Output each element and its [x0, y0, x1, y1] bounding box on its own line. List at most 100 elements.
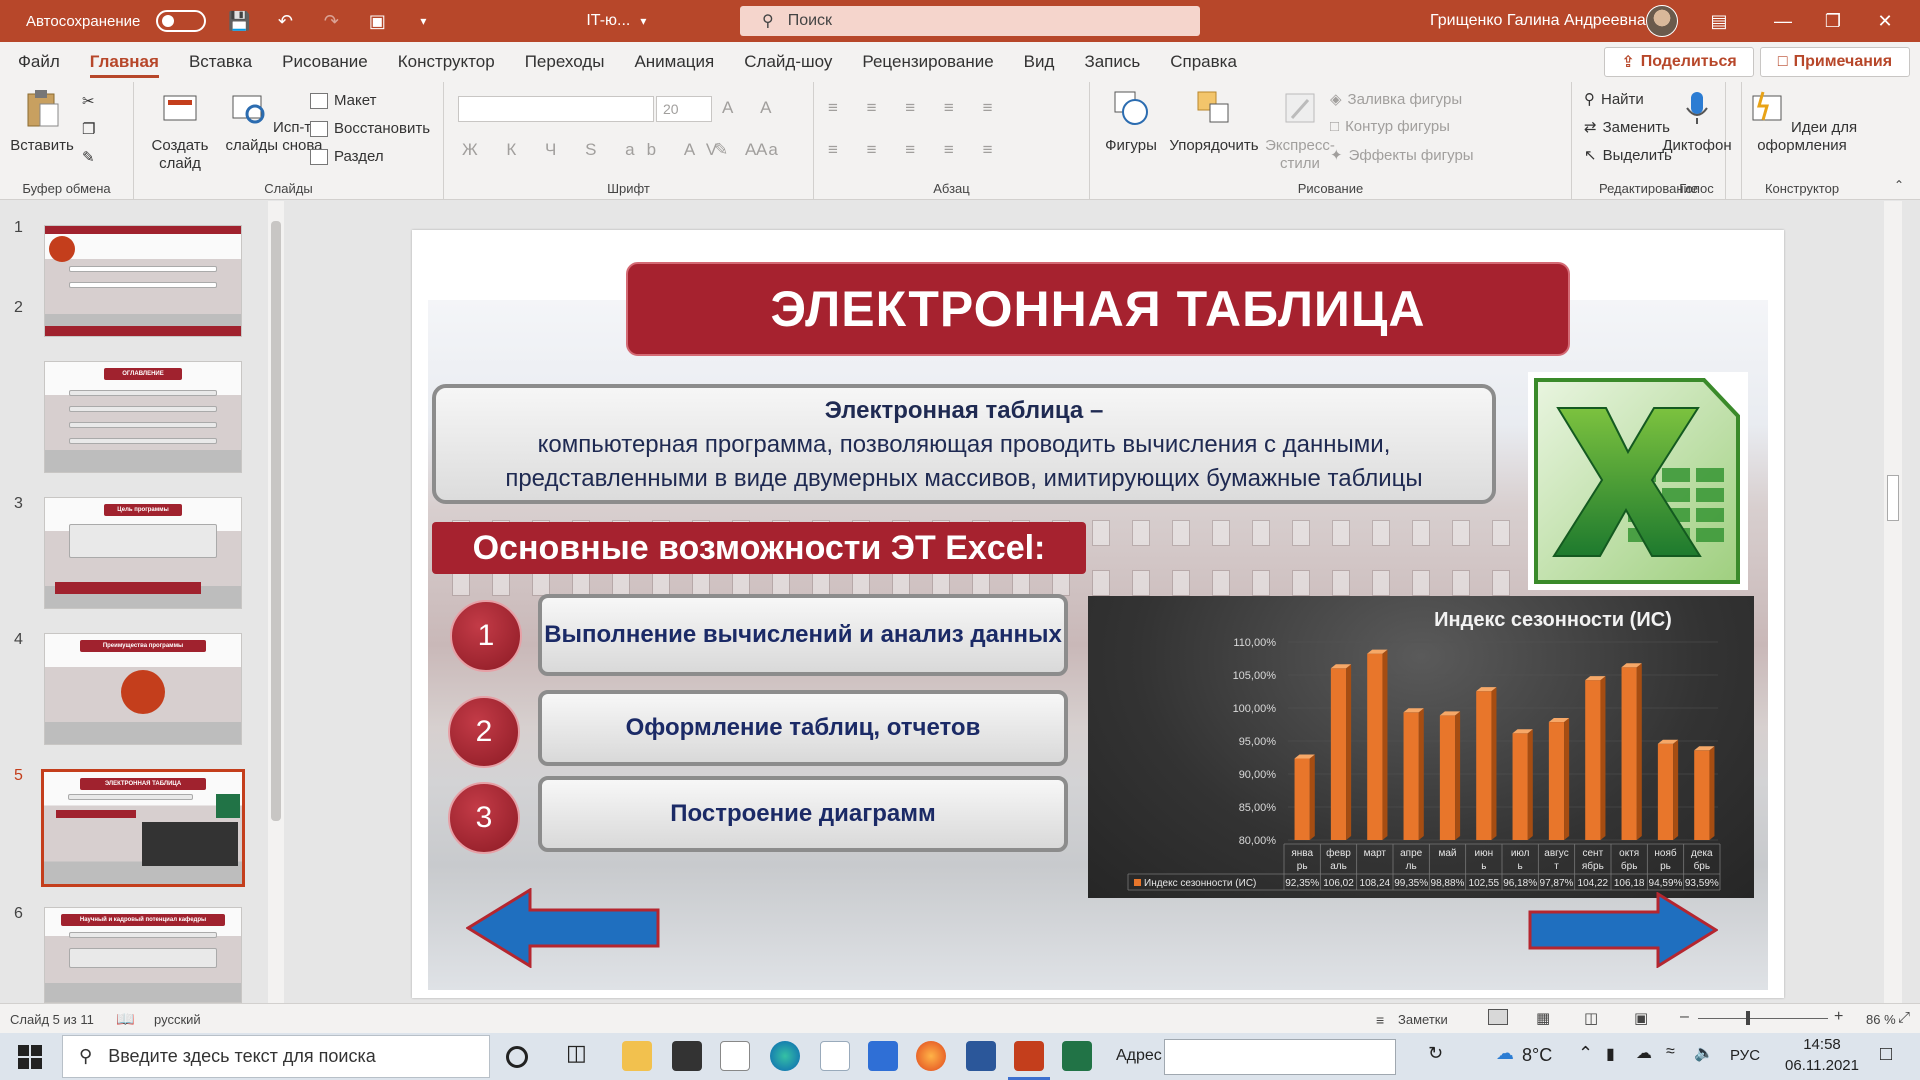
font-name-dropdown[interactable]: [458, 96, 654, 122]
font-size-buttons[interactable]: A A: [722, 98, 784, 118]
task-view-icon[interactable]: ◫: [566, 1040, 596, 1070]
save-icon[interactable]: 💾: [226, 8, 252, 34]
document-name[interactable]: IT-ю... ▾: [586, 12, 646, 30]
zoom-level[interactable]: 86 %: [1866, 1012, 1896, 1027]
font-size-dropdown[interactable]: 20: [656, 96, 712, 122]
firefox-icon[interactable]: [916, 1041, 946, 1071]
zoom-in-icon[interactable]: +: [1834, 1008, 1843, 1026]
comments-button[interactable]: □ Примечания: [1760, 47, 1910, 77]
paste-button[interactable]: Вставить: [6, 88, 78, 155]
mail-icon[interactable]: [868, 1041, 898, 1071]
feature-box-1[interactable]: Выполнение вычислений и анализ данных: [538, 594, 1068, 676]
scroll-thumb[interactable]: [271, 221, 281, 821]
excel-logo-icon[interactable]: [1528, 372, 1748, 590]
word-icon[interactable]: [966, 1041, 996, 1071]
feature-number-3[interactable]: 3: [448, 782, 520, 854]
feature-box-2[interactable]: Оформление таблиц, отчетов: [538, 690, 1068, 766]
tab-home[interactable]: Главная: [75, 42, 174, 82]
list-buttons[interactable]: ≡ ≡ ≡ ≡ ≡: [828, 98, 1005, 118]
user-name[interactable]: Грищенко Галина Андреевна: [1430, 12, 1646, 30]
tab-record[interactable]: Запись: [1069, 42, 1155, 82]
language-indicator[interactable]: русский: [154, 1012, 201, 1027]
close-icon[interactable]: ✕: [1862, 0, 1908, 42]
features-title[interactable]: Основные возможности ЭТ Excel:: [432, 522, 1086, 574]
zoom-slider-thumb[interactable]: [1746, 1011, 1750, 1025]
shape-fill-button[interactable]: ◈ Заливка фигуры: [1330, 90, 1462, 109]
slide-title[interactable]: ЭЛЕКТРОННАЯ ТАБЛИЦА: [626, 262, 1570, 356]
shape-effects-button[interactable]: ✦ Эффекты фигуры: [1330, 146, 1474, 165]
restore-icon[interactable]: ❐: [1810, 0, 1856, 42]
refresh-icon[interactable]: ↻: [1428, 1043, 1443, 1064]
definition-box[interactable]: Электронная таблица – компьютерная прогр…: [432, 384, 1496, 504]
notes-button[interactable]: Заметки: [1398, 1012, 1448, 1027]
slideshow-icon[interactable]: ▣: [1634, 1009, 1648, 1027]
new-slide-button[interactable]: Создать слайд: [140, 88, 220, 173]
quick-styles-button[interactable]: Экспресс-стили: [1262, 88, 1338, 173]
editor-scrollbar[interactable]: [1884, 201, 1902, 1003]
autosave-toggle[interactable]: [156, 10, 207, 32]
powerpoint-icon[interactable]: [1014, 1041, 1044, 1071]
customize-qat-icon[interactable]: ▾: [410, 8, 436, 34]
zoom-out-icon[interactable]: –: [1680, 1008, 1689, 1026]
cut-icon[interactable]: ✂: [82, 92, 95, 110]
windows-start-icon[interactable]: [18, 1045, 42, 1069]
thumbnail-slide-5[interactable]: ЭЛЕКТРОННАЯ ТАБЛИЦА: [41, 769, 245, 887]
thumbnail-slide-6[interactable]: Научный и кадровый потенциал кафедры: [44, 907, 242, 1003]
battery-icon[interactable]: ▮: [1606, 1044, 1615, 1064]
share-button[interactable]: ⇪ Поделиться: [1604, 47, 1754, 77]
wifi-icon[interactable]: ≈: [1666, 1043, 1675, 1061]
section-button[interactable]: Раздел: [310, 148, 384, 165]
next-slide-arrow[interactable]: [1528, 892, 1718, 968]
thumbnail-slide-4[interactable]: Преимущества программы: [44, 633, 242, 745]
minimize-icon[interactable]: —: [1760, 0, 1806, 42]
tab-design[interactable]: Конструктор: [383, 42, 510, 82]
tab-slideshow[interactable]: Слайд-шоу: [729, 42, 847, 82]
redo-icon[interactable]: ↷: [318, 8, 344, 34]
font-color-buttons[interactable]: ✎ A: [714, 140, 779, 160]
onedrive-icon[interactable]: ☁: [1636, 1043, 1652, 1063]
collapse-ribbon-icon[interactable]: ⌃: [1894, 178, 1904, 192]
address-input[interactable]: [1164, 1039, 1396, 1075]
shapes-button[interactable]: Фигуры: [1096, 88, 1166, 155]
slide-counter[interactable]: Слайд 5 из 11: [10, 1012, 94, 1027]
present-icon[interactable]: ▣: [364, 8, 390, 34]
taskbar-search-input[interactable]: ⚲ Введите здесь текст для поиска: [62, 1035, 490, 1078]
store-icon[interactable]: [672, 1041, 702, 1071]
reading-view-icon[interactable]: ◫: [1584, 1009, 1598, 1027]
previous-slide-arrow[interactable]: [466, 888, 662, 968]
design-ideas-button[interactable]: Идеи для оформления: [1742, 88, 1862, 155]
tab-transitions[interactable]: Переходы: [510, 42, 620, 82]
tab-review[interactable]: Рецензирование: [847, 42, 1008, 82]
weather-icon[interactable]: ☁: [1496, 1043, 1514, 1064]
undo-icon[interactable]: ↶: [272, 8, 298, 34]
ribbon-display-icon[interactable]: ▤: [1696, 0, 1742, 42]
reset-button[interactable]: Восстановить: [310, 120, 430, 137]
normal-view-icon[interactable]: [1488, 1009, 1508, 1025]
file-explorer-icon[interactable]: [622, 1041, 652, 1071]
dropbox-icon[interactable]: [820, 1041, 850, 1071]
volume-icon[interactable]: 🔈: [1694, 1043, 1714, 1063]
clock-time[interactable]: 14:58: [1790, 1036, 1854, 1053]
input-language[interactable]: РУС: [1730, 1047, 1760, 1064]
cortana-icon[interactable]: [506, 1046, 528, 1068]
tab-help[interactable]: Справка: [1155, 42, 1252, 82]
feature-box-3[interactable]: Построение диаграмм: [538, 776, 1068, 852]
thumbnail-slide-1[interactable]: [44, 225, 242, 337]
copy-icon[interactable]: ❐: [82, 120, 95, 138]
tab-file[interactable]: Файл: [0, 42, 75, 82]
temperature[interactable]: 8°C: [1522, 1045, 1552, 1066]
tab-view[interactable]: Вид: [1009, 42, 1070, 82]
scroll-thumb[interactable]: [1887, 475, 1899, 521]
excel-icon[interactable]: [1062, 1041, 1092, 1071]
zoom-slider[interactable]: [1698, 1018, 1828, 1019]
thumbnail-slide-2[interactable]: ОГЛАВЛЕНИЕ: [44, 361, 242, 473]
thumbnail-slide-3[interactable]: Цель программы: [44, 497, 242, 609]
tab-animations[interactable]: Анимация: [619, 42, 729, 82]
dictate-button[interactable]: Диктофон: [1652, 88, 1742, 155]
reuse-slides-button[interactable]: Исп-ть слайды снова: [224, 88, 324, 155]
layout-button[interactable]: Макет: [310, 92, 376, 109]
avatar[interactable]: [1646, 5, 1678, 37]
tray-chevron-icon[interactable]: ⌃: [1578, 1043, 1593, 1064]
seasonality-chart[interactable]: Индекс сезонности (ИС) 110,00% 105,00% 100,…: [1088, 596, 1754, 898]
thumbnails-scrollbar[interactable]: [268, 201, 284, 1003]
